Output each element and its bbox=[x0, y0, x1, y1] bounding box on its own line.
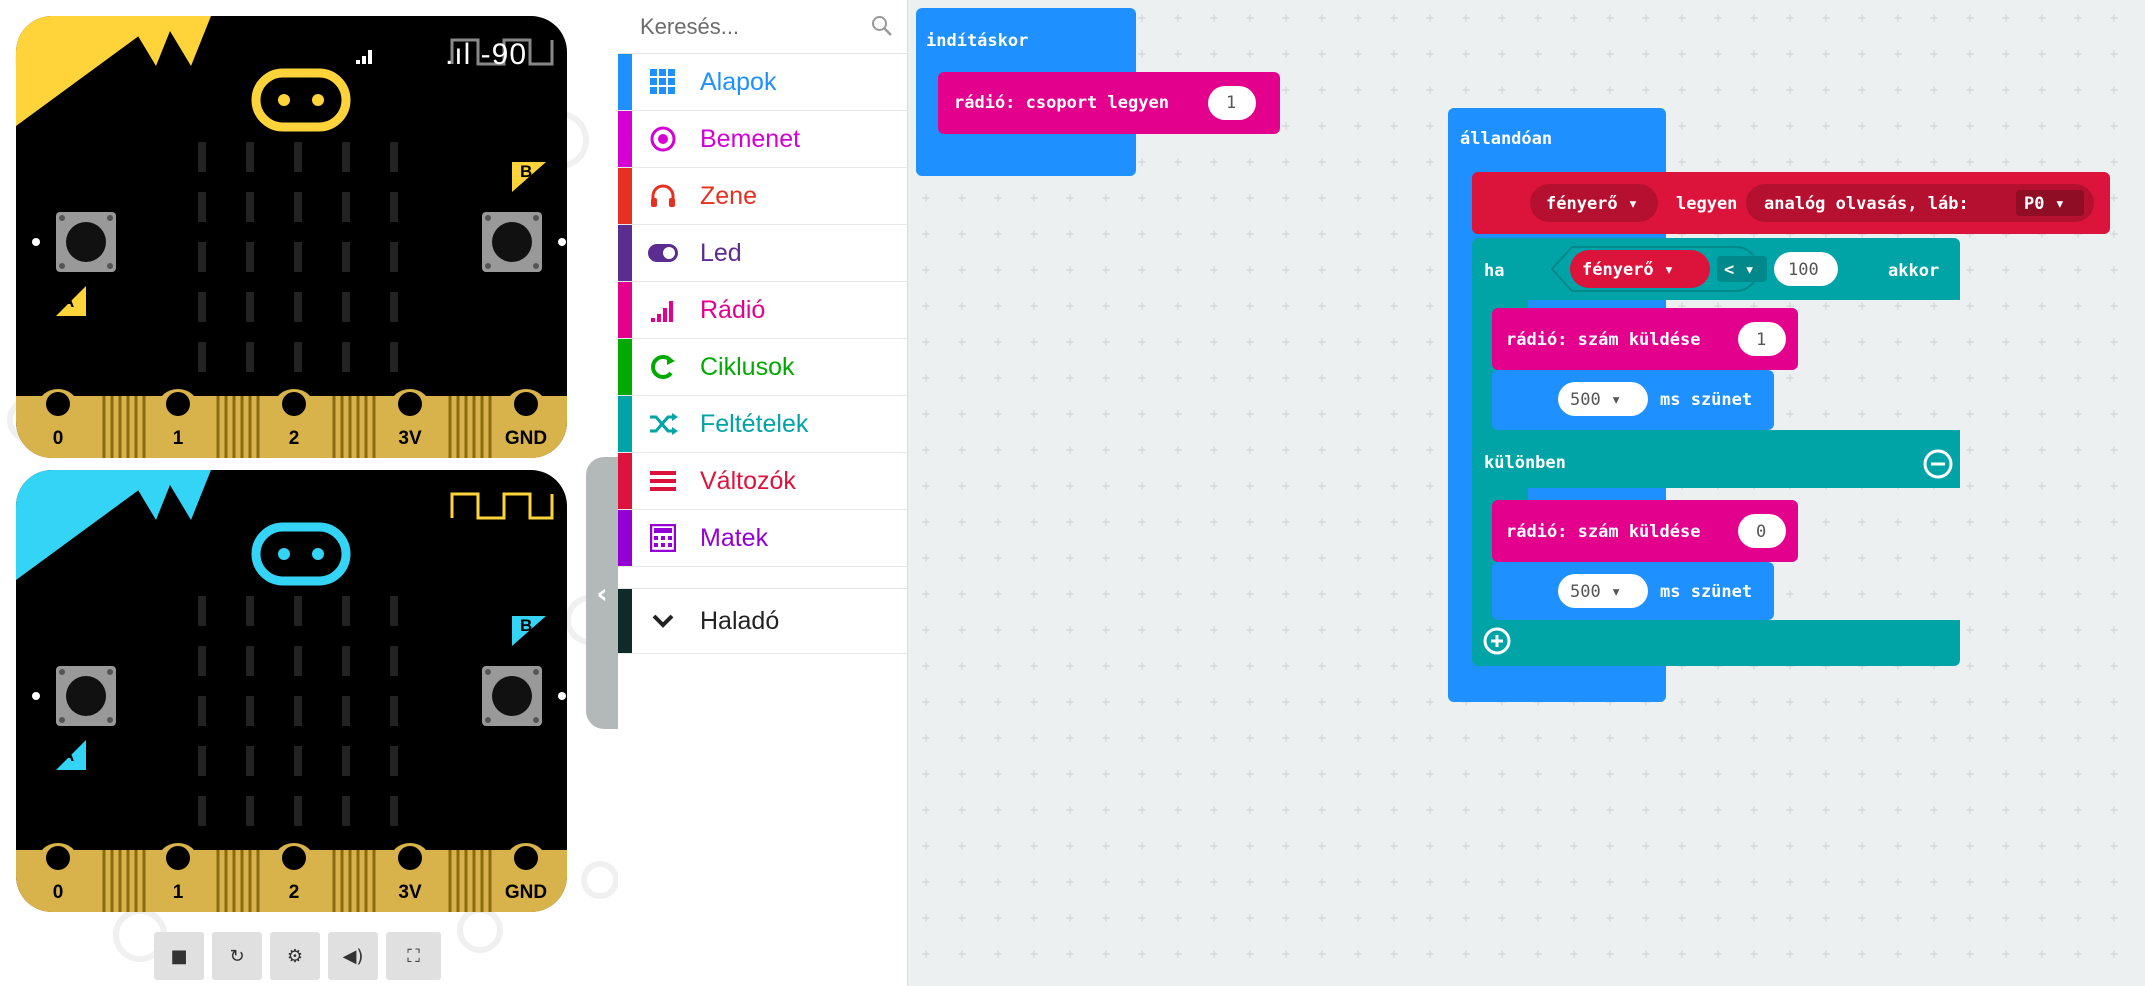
if-label: ha bbox=[1484, 261, 1504, 281]
radio-send-block-then[interactable]: rádió: szám küldése 1 bbox=[1492, 308, 1798, 370]
toggle-icon bbox=[646, 236, 680, 270]
pause-label: ms szünet bbox=[1660, 390, 1752, 410]
stop-icon[interactable]: ■ bbox=[154, 932, 204, 980]
chevron-down-icon bbox=[646, 604, 680, 638]
search-icon[interactable] bbox=[870, 14, 894, 38]
board1-button-b[interactable] bbox=[482, 212, 542, 272]
signal-icon bbox=[646, 293, 680, 327]
simulator-panel: .ıl -90 A B 0 1 2 3V GND A B 0 1 2 3V GN… bbox=[0, 0, 618, 986]
signal-icon bbox=[356, 50, 372, 64]
pause-block-then[interactable]: 500 ▾ ms szünet bbox=[1492, 370, 1774, 430]
button-b-label: B bbox=[520, 616, 533, 635]
pin-3v-label: 3V bbox=[398, 882, 422, 903]
board2-button-b[interactable] bbox=[482, 666, 542, 726]
category-zene[interactable]: Zene bbox=[618, 168, 908, 225]
category-label: Ciklusok bbox=[700, 352, 795, 381]
calculator-icon bbox=[646, 521, 680, 555]
radio-group-label: rádió: csoport legyen bbox=[954, 93, 1169, 113]
pin-value: P0 ▾ bbox=[2024, 194, 2065, 214]
pause-label: ms szünet bbox=[1660, 582, 1752, 602]
chevron-left-icon: ‹ bbox=[596, 576, 608, 610]
send-value: 1 bbox=[1756, 330, 1766, 350]
pin-1-label: 1 bbox=[172, 428, 184, 449]
category-label: Matek bbox=[700, 523, 769, 552]
category-label: Haladó bbox=[700, 606, 780, 635]
button-a-label: A bbox=[62, 746, 75, 765]
compare-value: 100 bbox=[1788, 260, 1819, 280]
pin-0-label: 0 bbox=[52, 428, 64, 449]
radio-send-block-else[interactable]: rádió: szám küldése 0 bbox=[1492, 500, 1798, 562]
category-label: Rádió bbox=[700, 295, 766, 324]
set-variable-block[interactable]: fényerő ▾ legyen analóg olvasás, láb: P0… bbox=[1472, 172, 2110, 234]
forever-label: állandóan bbox=[1460, 129, 1552, 149]
rssi-readout: .ıl -90 bbox=[444, 38, 527, 71]
pause-value: 500 ▾ bbox=[1570, 582, 1621, 602]
restart-icon[interactable]: ↻ bbox=[212, 932, 262, 980]
blocks-workspace[interactable]: indításkor rádió: csoport legyen 1 állan… bbox=[908, 0, 2145, 986]
pin-gnd-label: GND bbox=[504, 428, 548, 449]
pin-2-label: 2 bbox=[288, 428, 300, 449]
simulator-toolbar: ■ ↻ ⚙ ◀) ⛶ bbox=[154, 932, 441, 980]
send-label: rádió: szám küldése bbox=[1506, 330, 1700, 350]
category-label: Feltételek bbox=[700, 409, 809, 438]
category-led[interactable]: Led bbox=[618, 225, 908, 282]
category-label: Led bbox=[700, 238, 742, 267]
pause-value: 500 ▾ bbox=[1570, 390, 1621, 410]
category-halado[interactable]: Haladó bbox=[618, 588, 908, 654]
category-radio[interactable]: Rádió bbox=[618, 282, 908, 339]
then-label: akkor bbox=[1888, 261, 1939, 281]
logo-icon bbox=[251, 522, 351, 586]
category-bemenet[interactable]: Bemenet bbox=[618, 111, 908, 168]
category-label: Bemenet bbox=[700, 124, 801, 153]
category-valtozok[interactable]: Változók bbox=[618, 453, 908, 510]
pin-3v-label: 3V bbox=[398, 428, 422, 449]
on-start-label: indításkor bbox=[926, 31, 1028, 51]
list-icon bbox=[646, 464, 680, 498]
logo-icon bbox=[251, 68, 351, 132]
category-label: Változók bbox=[700, 466, 796, 495]
pin-0-label: 0 bbox=[52, 882, 64, 903]
send-label: rádió: szám küldése bbox=[1506, 522, 1700, 542]
search-input[interactable] bbox=[640, 8, 860, 46]
mute-icon[interactable]: ◀) bbox=[328, 932, 378, 980]
operator-text: < ▾ bbox=[1724, 260, 1755, 280]
fullscreen-icon[interactable]: ⛶ bbox=[386, 932, 441, 980]
toolbox-search bbox=[618, 0, 908, 54]
category-ciklusok[interactable]: Ciklusok bbox=[618, 339, 908, 396]
send-value: 0 bbox=[1756, 522, 1766, 542]
toolbox: Alapok Bemenet Zene Led bbox=[618, 0, 908, 986]
button-b-label: B bbox=[520, 162, 533, 181]
pin-gnd-label: GND bbox=[504, 882, 548, 903]
set-label: legyen bbox=[1676, 194, 1737, 214]
pin-2-label: 2 bbox=[288, 882, 300, 903]
condition-var-text: fényerő ▾ bbox=[1582, 260, 1674, 280]
group-value: 1 bbox=[1226, 93, 1236, 113]
makecode-editor: .ıl -90 A B 0 1 2 3V GND A B 0 1 2 3V GN… bbox=[0, 0, 2145, 986]
headphones-icon bbox=[646, 179, 680, 213]
variable-name: fényerő ▾ bbox=[1546, 194, 1638, 214]
button-a-label: A bbox=[62, 292, 75, 311]
workspace-canvas: indításkor rádió: csoport legyen 1 állan… bbox=[908, 0, 2145, 986]
grid-icon bbox=[646, 65, 680, 99]
radio-set-group-block[interactable]: rádió: csoport legyen 1 bbox=[938, 72, 1280, 134]
target-icon bbox=[646, 122, 680, 156]
shuffle-icon bbox=[646, 407, 680, 441]
collapse-simulator-button[interactable]: ‹ bbox=[586, 457, 618, 729]
board1-button-a[interactable] bbox=[56, 212, 116, 272]
category-feltetelek[interactable]: Feltételek bbox=[618, 396, 908, 453]
category-label: Zene bbox=[700, 181, 757, 210]
pause-block-else[interactable]: 500 ▾ ms szünet bbox=[1492, 562, 1774, 620]
else-label: különben bbox=[1484, 453, 1566, 473]
category-alapok[interactable]: Alapok bbox=[618, 54, 908, 111]
debug-icon[interactable]: ⚙ bbox=[270, 932, 320, 980]
board2-button-a[interactable] bbox=[56, 666, 116, 726]
category-matek[interactable]: Matek bbox=[618, 510, 908, 567]
analog-read-label: analóg olvasás, láb: bbox=[1764, 194, 1969, 214]
loop-icon bbox=[646, 350, 680, 384]
pin-1-label: 1 bbox=[172, 882, 184, 903]
wave-icon bbox=[450, 492, 554, 520]
category-label: Alapok bbox=[700, 67, 777, 96]
